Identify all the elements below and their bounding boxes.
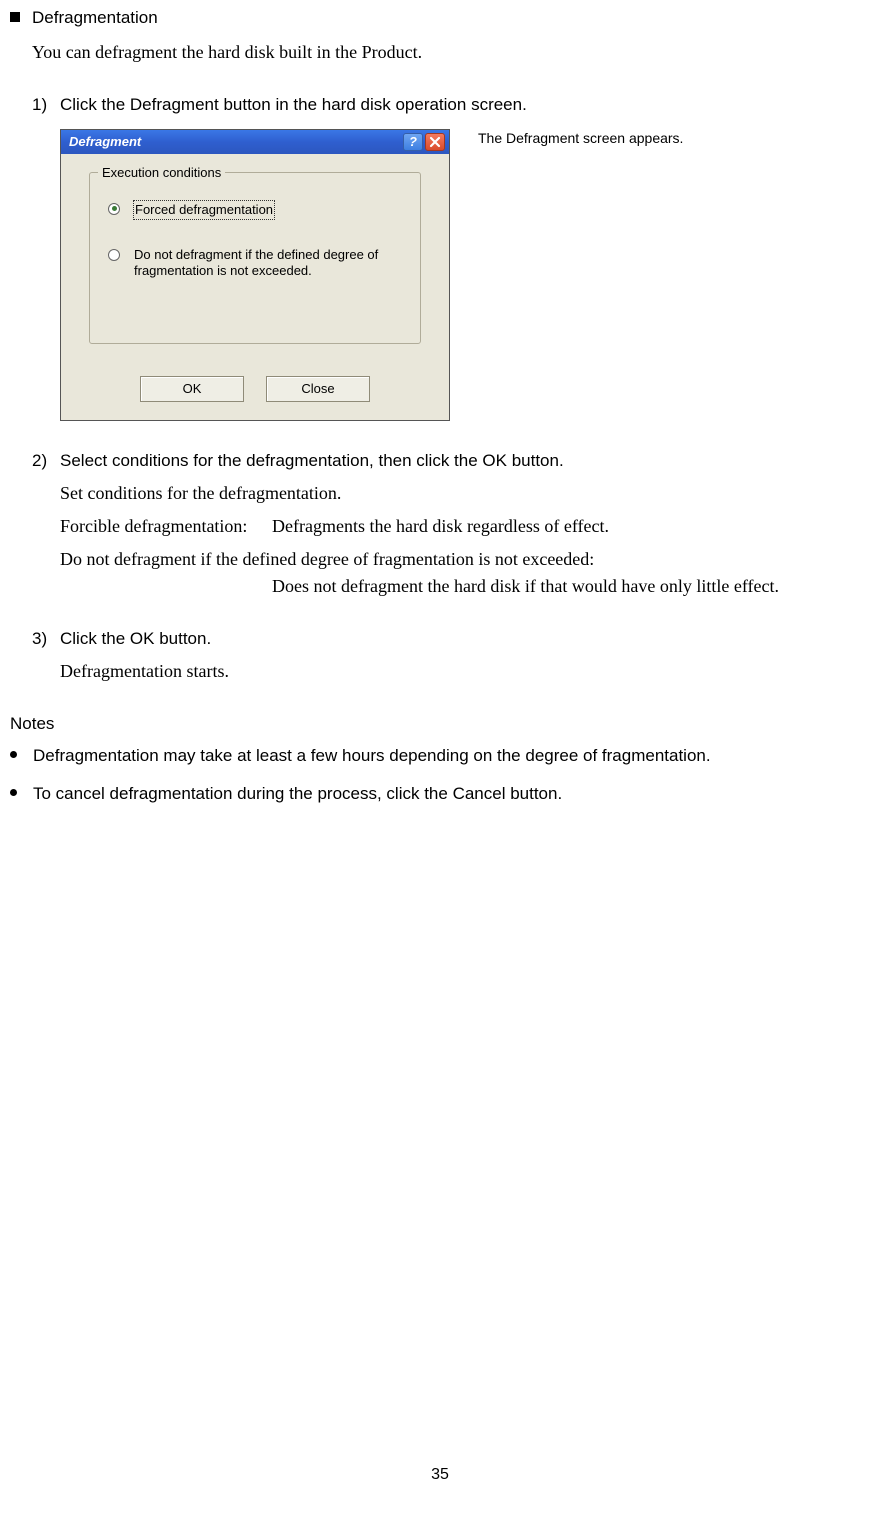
notes-title: Notes	[10, 712, 870, 736]
step-text-1: Click the Defragment button in the hard …	[60, 93, 527, 117]
dot-bullet-icon	[10, 789, 17, 796]
radio-icon	[108, 249, 120, 261]
step-text-3: Click the OK button.	[60, 627, 211, 651]
step-2: 2) Select conditions for the defragmenta…	[32, 449, 870, 473]
radio-forced-label: Forced defragmentation	[134, 201, 274, 219]
step2-forcible: Forcible defragmentation: Defragments th…	[60, 514, 870, 539]
section-bullet: Defragmentation	[10, 6, 870, 30]
square-bullet-icon	[10, 12, 20, 22]
section-intro: You can defragment the hard disk built i…	[32, 40, 870, 65]
section-title: Defragmentation	[32, 6, 158, 30]
note-item-1: Defragmentation may take at least a few …	[10, 744, 870, 768]
dialog-title: Defragment	[69, 133, 403, 151]
step2-dnd-desc: Does not defragment the hard disk if tha…	[272, 574, 870, 599]
step-3: 3) Click the OK button.	[32, 627, 870, 651]
note-text-2: To cancel defragmentation during the pro…	[33, 782, 562, 806]
execution-conditions-group: Execution conditions Forced defragmentat…	[89, 172, 421, 344]
forcible-label: Forcible defragmentation:	[60, 514, 272, 539]
step2-dnd-label: Do not defragment if the defined degree …	[60, 547, 870, 572]
step-num-2: 2)	[32, 449, 60, 473]
defragment-dialog: Defragment ? Execution conditions Forced…	[60, 129, 450, 421]
dialog-titlebar: Defragment ?	[61, 130, 449, 154]
note-text-1: Defragmentation may take at least a few …	[33, 744, 711, 768]
step-1: 1) Click the Defragment button in the ha…	[32, 93, 870, 117]
group-legend: Execution conditions	[98, 164, 225, 182]
step-num-1: 1)	[32, 93, 60, 117]
radio-degree-label: Do not defragment if the defined degree …	[134, 247, 408, 280]
radio-forced[interactable]: Forced defragmentation	[108, 201, 408, 219]
dialog-body: Execution conditions Forced defragmentat…	[61, 154, 449, 420]
step-1-caption: The Defragment screen appears.	[478, 129, 683, 421]
help-icon[interactable]: ?	[403, 133, 423, 151]
ok-button[interactable]: OK	[140, 376, 244, 402]
radio-degree[interactable]: Do not defragment if the defined degree …	[108, 247, 408, 280]
step-num-3: 3)	[32, 627, 60, 651]
dot-bullet-icon	[10, 751, 17, 758]
step2-set: Set conditions for the defragmentation.	[60, 481, 870, 506]
page-number: 35	[0, 1464, 880, 1486]
note-item-2: To cancel defragmentation during the pro…	[10, 782, 870, 806]
step3-sub: Defragmentation starts.	[60, 659, 870, 684]
forcible-desc: Defragments the hard disk regardless of …	[272, 514, 609, 539]
step-text-2: Select conditions for the defragmentatio…	[60, 449, 564, 473]
close-icon[interactable]	[425, 133, 445, 151]
close-button[interactable]: Close	[266, 376, 370, 402]
radio-icon	[108, 203, 120, 215]
